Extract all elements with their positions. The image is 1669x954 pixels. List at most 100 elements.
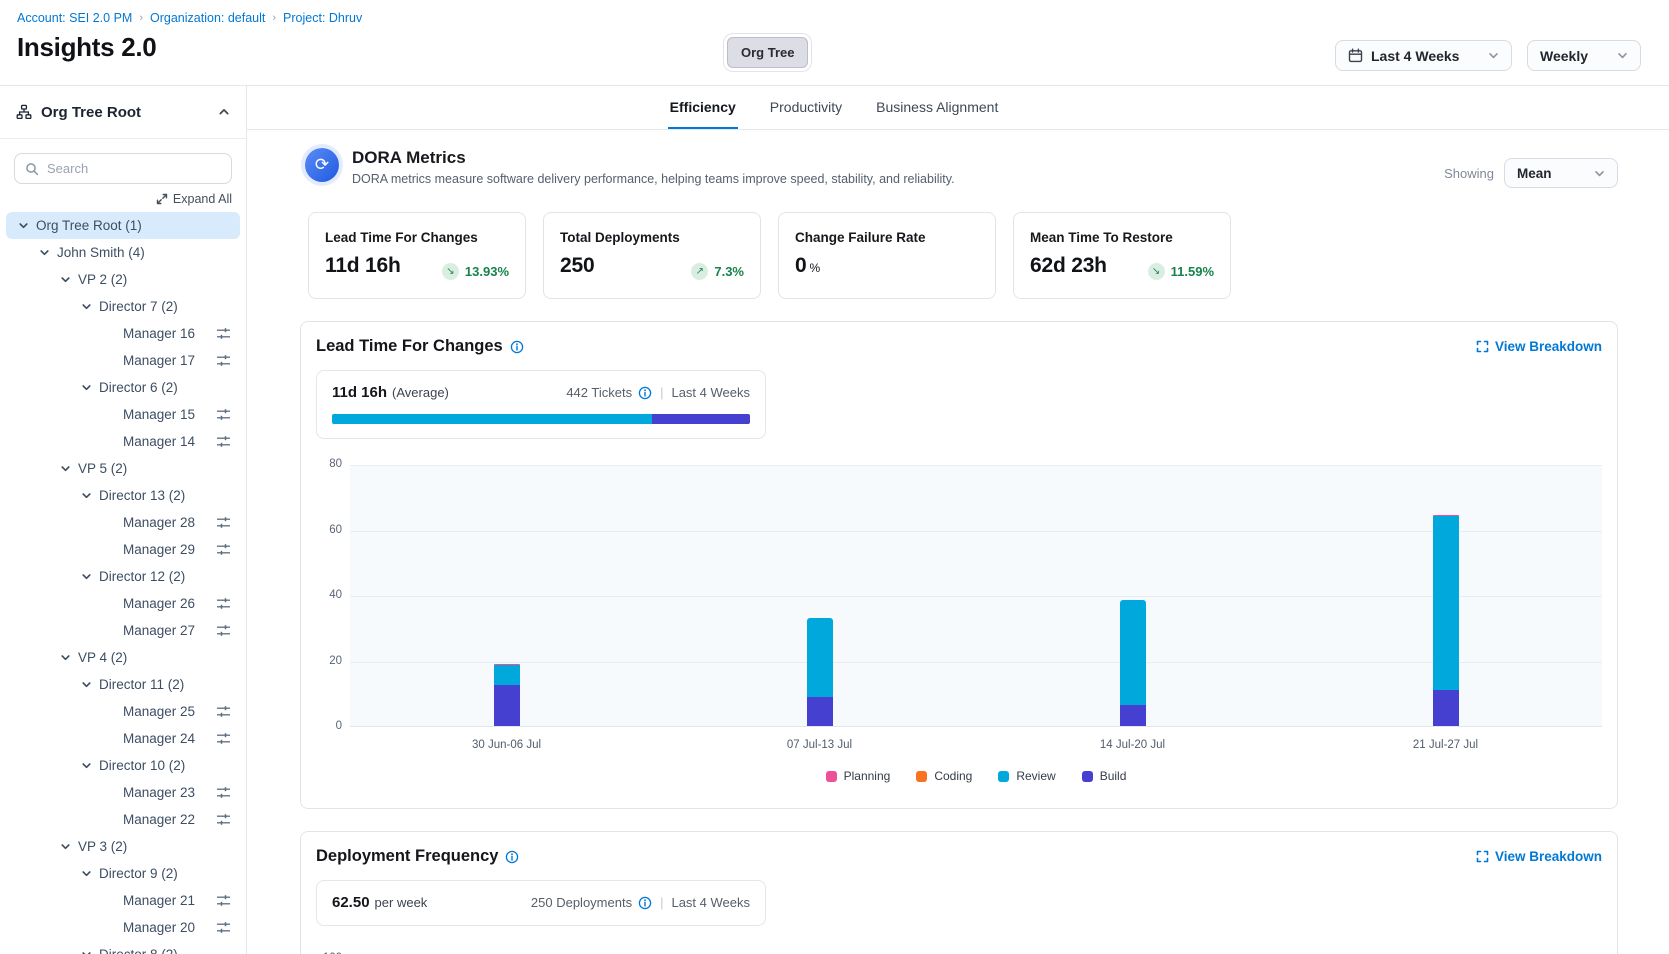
- search-input[interactable]: [47, 161, 223, 176]
- sliders-icon[interactable]: [216, 354, 231, 367]
- info-icon[interactable]: [638, 386, 652, 400]
- date-range-dropdown[interactable]: Last 4 Weeks: [1335, 40, 1512, 71]
- tree-item-vp-2-2[interactable]: VP 2 (2): [6, 266, 240, 293]
- tree-item-manager-24[interactable]: Manager 24: [6, 725, 240, 752]
- stacked-bar-14-jul-20-jul[interactable]: [1120, 600, 1146, 726]
- info-icon[interactable]: [505, 850, 519, 864]
- granularity-dropdown[interactable]: Weekly: [1527, 40, 1641, 71]
- trend-down-icon: ↘: [442, 263, 459, 280]
- expand-all-button[interactable]: Expand All: [156, 192, 232, 206]
- breadcrumb-project-link[interactable]: Project: Dhruv: [283, 11, 362, 25]
- chevron-down-icon[interactable]: [81, 571, 92, 582]
- org-tree-button[interactable]: Org Tree: [727, 37, 808, 68]
- chevron-down-icon: [1488, 50, 1499, 61]
- lead-time-view-breakdown-button[interactable]: View Breakdown: [1476, 339, 1602, 354]
- stacked-bar-30-jun-06-jul[interactable]: [494, 664, 520, 726]
- tree-item-manager-20[interactable]: Manager 20: [6, 914, 240, 941]
- chevron-down-icon[interactable]: [60, 652, 71, 663]
- sliders-icon[interactable]: [216, 786, 231, 799]
- tree-item-manager-25[interactable]: Manager 25: [6, 698, 240, 725]
- sliders-icon[interactable]: [216, 732, 231, 745]
- tree-item-manager-27[interactable]: Manager 27: [6, 617, 240, 644]
- tree-item-director-8-2[interactable]: Director 8 (2): [6, 941, 240, 954]
- sliders-icon[interactable]: [216, 435, 231, 448]
- tree-item-manager-21[interactable]: Manager 21: [6, 887, 240, 914]
- chevron-down-icon[interactable]: [81, 679, 92, 690]
- tree-item-org-tree-root-1[interactable]: Org Tree Root (1): [6, 212, 240, 239]
- tree-item-director-12-2[interactable]: Director 12 (2): [6, 563, 240, 590]
- lead-time-average-qualifier: (Average): [392, 385, 449, 400]
- tree-item-manager-17[interactable]: Manager 17: [6, 347, 240, 374]
- chevron-down-icon[interactable]: [81, 868, 92, 879]
- sliders-icon[interactable]: [216, 327, 231, 340]
- tab-business-alignment[interactable]: Business Alignment: [874, 86, 1000, 129]
- bar-segment-build[interactable]: [494, 685, 520, 726]
- tree-item-manager-23[interactable]: Manager 23: [6, 779, 240, 806]
- tree-item-manager-22[interactable]: Manager 22: [6, 806, 240, 833]
- chevron-down-icon[interactable]: [60, 463, 71, 474]
- breadcrumb-account-link[interactable]: Account: SEI 2.0 PM: [17, 11, 132, 25]
- sidebar-search[interactable]: [14, 153, 232, 184]
- sliders-icon[interactable]: [216, 516, 231, 529]
- chevron-down-icon[interactable]: [81, 490, 92, 501]
- chevron-down-icon[interactable]: [60, 274, 71, 285]
- tree-item-vp-3-2[interactable]: VP 3 (2): [6, 833, 240, 860]
- tree-item-manager-28[interactable]: Manager 28: [6, 509, 240, 536]
- chevron-down-icon[interactable]: [81, 382, 92, 393]
- tree-item-manager-26[interactable]: Manager 26: [6, 590, 240, 617]
- legend-item-review[interactable]: Review: [998, 769, 1055, 783]
- showing-dropdown[interactable]: Mean: [1504, 158, 1618, 188]
- info-icon[interactable]: [510, 340, 524, 354]
- bar-segment-review[interactable]: [1120, 600, 1146, 705]
- tree-item-vp-5-2[interactable]: VP 5 (2): [6, 455, 240, 482]
- bar-segment-review[interactable]: [807, 618, 833, 697]
- deployment-frequency-card: Deployment Frequency View Breakdown 62.5…: [300, 831, 1618, 954]
- breadcrumb-organization-link[interactable]: Organization: default: [150, 11, 265, 25]
- legend-item-coding[interactable]: Coding: [916, 769, 972, 783]
- bar-segment-review[interactable]: [494, 665, 520, 685]
- tree-item-director-10-2[interactable]: Director 10 (2): [6, 752, 240, 779]
- chevron-down-icon[interactable]: [81, 949, 92, 954]
- tab-productivity[interactable]: Productivity: [768, 86, 844, 129]
- tree-item-director-7-2[interactable]: Director 7 (2): [6, 293, 240, 320]
- metric-card-change-failure-rate: Change Failure Rate0%: [778, 212, 996, 299]
- tree-item-director-9-2[interactable]: Director 9 (2): [6, 860, 240, 887]
- legend-item-planning[interactable]: Planning: [826, 769, 891, 783]
- stacked-bar-21-jul-27-jul[interactable]: [1433, 515, 1459, 726]
- sliders-icon[interactable]: [216, 624, 231, 637]
- deployment-view-breakdown-button[interactable]: View Breakdown: [1476, 849, 1602, 864]
- chevron-down-icon[interactable]: [81, 301, 92, 312]
- sliders-icon[interactable]: [216, 813, 231, 826]
- sliders-icon[interactable]: [216, 705, 231, 718]
- bar-segment-build[interactable]: [1433, 690, 1459, 726]
- sliders-icon[interactable]: [216, 597, 231, 610]
- bar-segment-build[interactable]: [1120, 705, 1146, 726]
- date-range-value: Last 4 Weeks: [1371, 48, 1459, 64]
- sliders-icon[interactable]: [216, 921, 231, 934]
- tree-item-john-smith-4[interactable]: John Smith (4): [6, 239, 240, 266]
- tree-item-director-6-2[interactable]: Director 6 (2): [6, 374, 240, 401]
- bar-segment-build[interactable]: [807, 697, 833, 726]
- tree-item-manager-15[interactable]: Manager 15: [6, 401, 240, 428]
- tree-item-director-11-2[interactable]: Director 11 (2): [6, 671, 240, 698]
- stacked-bar-07-jul-13-jul[interactable]: [807, 618, 833, 726]
- tree-item-vp-4-2[interactable]: VP 4 (2): [6, 644, 240, 671]
- tree-item-manager-16[interactable]: Manager 16: [6, 320, 240, 347]
- sliders-icon[interactable]: [216, 894, 231, 907]
- chevron-down-icon[interactable]: [39, 247, 50, 258]
- legend-item-build[interactable]: Build: [1082, 769, 1127, 783]
- legend-label: Planning: [844, 769, 891, 783]
- chevron-down-icon[interactable]: [18, 220, 29, 231]
- chevron-down-icon[interactable]: [81, 760, 92, 771]
- separator: |: [660, 385, 663, 400]
- chevron-up-icon[interactable]: [218, 106, 230, 118]
- tab-efficiency[interactable]: Efficiency: [668, 86, 738, 129]
- tree-item-manager-14[interactable]: Manager 14: [6, 428, 240, 455]
- sliders-icon[interactable]: [216, 408, 231, 421]
- bar-segment-review[interactable]: [1433, 516, 1459, 690]
- tree-item-director-13-2[interactable]: Director 13 (2): [6, 482, 240, 509]
- sliders-icon[interactable]: [216, 543, 231, 556]
- tree-item-manager-29[interactable]: Manager 29: [6, 536, 240, 563]
- info-icon[interactable]: [638, 896, 652, 910]
- chevron-down-icon[interactable]: [60, 841, 71, 852]
